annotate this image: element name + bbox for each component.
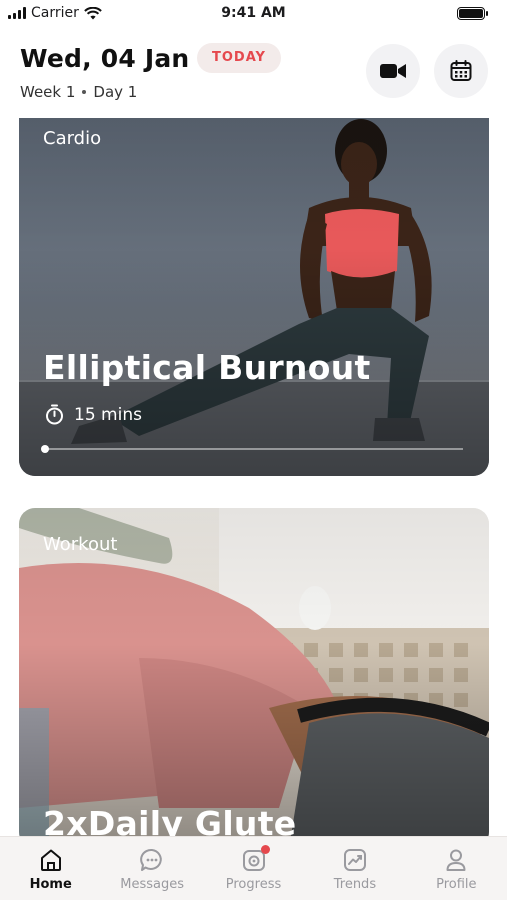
status-bar: Carrier 9:41 AM (0, 0, 507, 26)
battery-icon (457, 6, 488, 20)
tab-home[interactable]: Home (0, 837, 101, 900)
week-label: Week 1 (20, 83, 76, 101)
status-time: 9:41 AM (221, 5, 286, 21)
card-duration: 15 mins (45, 404, 142, 425)
card-category: Workout (43, 534, 118, 555)
card-category: Cardio (43, 128, 102, 149)
card-title: Elliptical Burnout (43, 348, 371, 387)
chat-icon (139, 847, 165, 873)
home-icon (38, 847, 64, 873)
tab-trends[interactable]: Trends (304, 837, 405, 900)
day-label: Day 1 (93, 83, 138, 101)
workout-progress-bar (41, 445, 463, 453)
tab-progress[interactable]: Progress (203, 837, 304, 900)
trend-chart-icon (342, 847, 368, 873)
stopwatch-icon (46, 404, 63, 425)
bottom-tab-bar: Home Messages Progress Trends Profile (0, 836, 507, 900)
header: Wed, 04 Jan TODAY Week 1 Day 1 (0, 26, 507, 118)
video-button[interactable] (366, 44, 420, 98)
tab-profile[interactable]: Profile (406, 837, 507, 900)
progress-knob (41, 445, 49, 453)
video-camera-icon (380, 64, 406, 78)
tab-label: Progress (225, 877, 282, 892)
tab-label: Home (29, 877, 72, 892)
signal-icon (8, 7, 26, 19)
workout-card-elliptical[interactable]: Cardio Elliptical Burnout 15 mins (19, 96, 489, 476)
calendar-button[interactable] (434, 44, 488, 98)
separator-dot (82, 90, 87, 94)
week-day-line: Week 1 Day 1 (20, 83, 137, 101)
duration-label: 15 mins (74, 404, 142, 425)
tab-label: Profile (436, 877, 477, 892)
workout-card-glute[interactable]: Workout 2xDaily Glute (19, 508, 489, 848)
card-shade (19, 508, 489, 848)
camera-icon (241, 845, 270, 873)
user-icon (443, 847, 469, 873)
date-title: Wed, 04 Jan (20, 44, 190, 73)
calendar-icon (450, 60, 472, 81)
tab-messages[interactable]: Messages (101, 837, 202, 900)
tab-label: Messages (120, 877, 184, 892)
notification-dot (260, 845, 270, 854)
carrier-label: Carrier (31, 5, 79, 21)
today-badge[interactable]: TODAY (197, 43, 281, 73)
tab-label: Trends (333, 877, 377, 892)
wifi-icon (84, 6, 102, 19)
status-left: Carrier (8, 5, 102, 21)
